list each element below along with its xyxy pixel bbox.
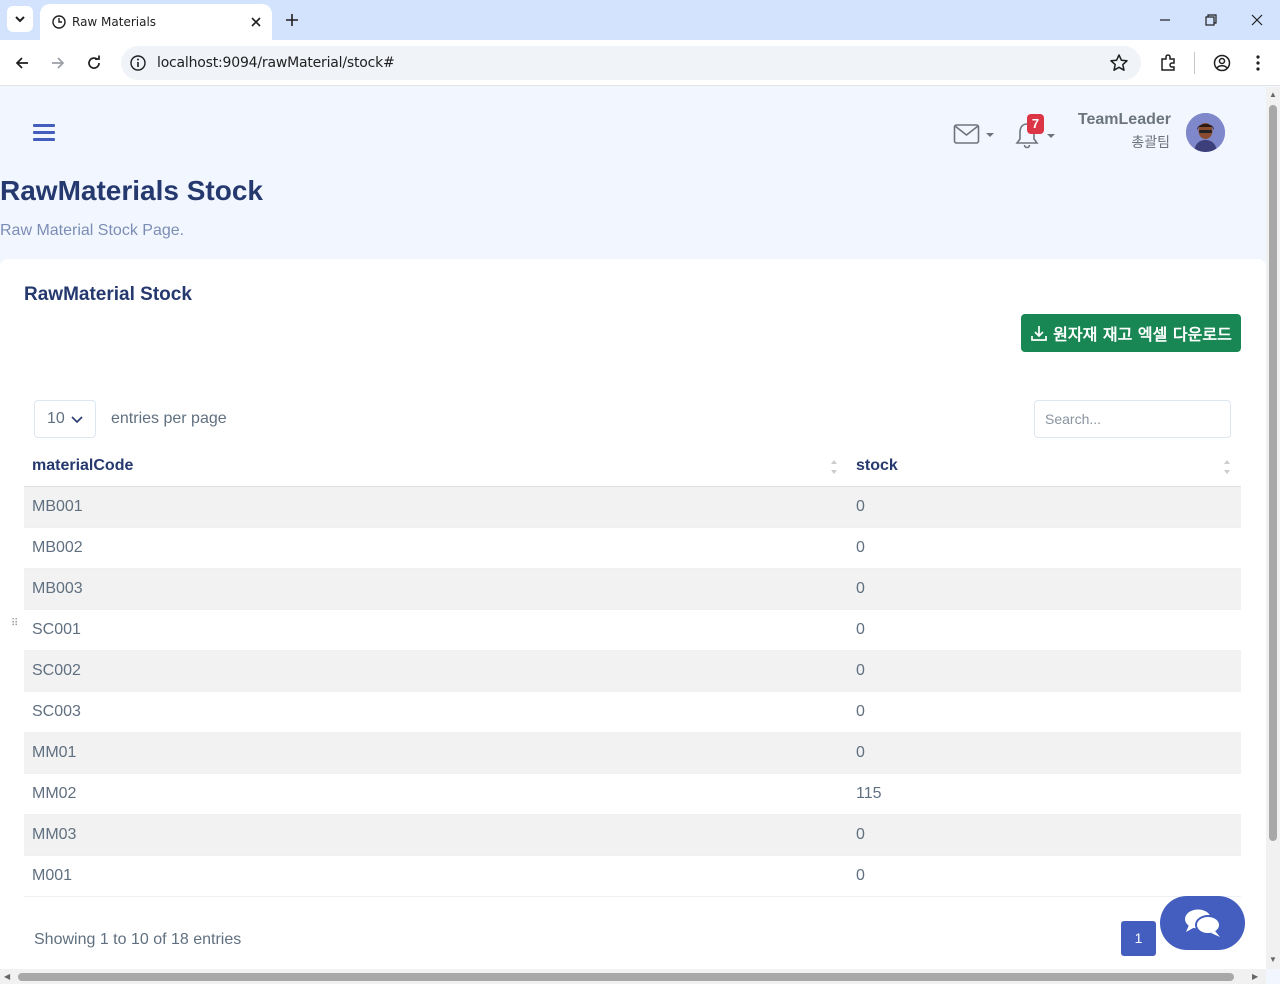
- new-tab-plus-icon[interactable]: [281, 9, 303, 31]
- excel-download-label: 원자재 재고 엑셀 다운로드: [1053, 325, 1232, 344]
- material-code-cell: MB003: [24, 568, 848, 610]
- mail-dropdown[interactable]: [953, 122, 997, 148]
- url-text: localhost:9094/rawMaterial/stock#: [157, 55, 395, 71]
- table-row: MB001 0: [24, 486, 1241, 528]
- chat-button[interactable]: [1160, 896, 1245, 950]
- table-header-row: materialCode stock: [24, 447, 1241, 487]
- column-header-material-code[interactable]: materialCode: [24, 447, 848, 487]
- material-code-cell: SC003: [24, 691, 848, 733]
- stock-cell: 0: [848, 814, 1241, 856]
- sort-icon: [831, 460, 837, 474]
- extensions-puzzle-icon[interactable]: [1156, 51, 1180, 75]
- stock-cell: 0: [848, 732, 1241, 774]
- browser-tab-bar: Raw Materials: [0, 0, 1280, 40]
- material-code-cell: MB002: [24, 527, 848, 569]
- chevron-down-icon: [15, 16, 25, 23]
- chevron-down-icon: [71, 416, 83, 424]
- material-code-cell: MM01: [24, 732, 848, 774]
- sidebar-toggle-icon[interactable]: [33, 124, 55, 144]
- minimize-icon[interactable]: [1153, 8, 1177, 32]
- column-header-stock[interactable]: stock: [848, 447, 1241, 487]
- table-row: M001 0: [24, 855, 1241, 897]
- stock-card: RawMaterial Stock 원자재 재고 엑셀 다운로드 10 entr…: [0, 259, 1266, 969]
- material-code-cell: SC001: [24, 609, 848, 651]
- close-window-icon[interactable]: [1245, 8, 1269, 32]
- tab-search-button[interactable]: [7, 6, 33, 32]
- sort-icon: [1224, 460, 1230, 474]
- scroll-down-arrow-icon[interactable]: ▼: [1269, 955, 1277, 964]
- stock-cell: 0: [848, 568, 1241, 610]
- stock-cell: 0: [848, 486, 1241, 528]
- vertical-scrollbar[interactable]: ▲ ▼: [1266, 87, 1280, 969]
- page-subtitle: Raw Material Stock Page.: [0, 222, 185, 239]
- stock-cell: 115: [848, 773, 1241, 815]
- user-name: TeamLeader: [1077, 111, 1171, 128]
- horizontal-scrollbar[interactable]: ◀ ▶: [0, 969, 1266, 984]
- site-info-icon[interactable]: [129, 54, 147, 72]
- page-viewport: 7 TeamLeader 총괄팀 RawMaterials Stock Raw …: [0, 87, 1266, 969]
- material-code-cell: MB001: [24, 486, 848, 528]
- table-row: MB003 0: [24, 568, 1241, 610]
- table-row: SC001 0: [24, 609, 1241, 651]
- notification-count-badge: 7: [1027, 114, 1044, 134]
- excel-download-button[interactable]: 원자재 재고 엑셀 다운로드: [1021, 314, 1241, 352]
- entries-per-page-select[interactable]: 10: [34, 400, 96, 438]
- restore-icon[interactable]: [1199, 8, 1223, 32]
- stock-table: materialCode stock MB001 0 MB002 0 MB003 0 …: [24, 447, 1241, 897]
- table-row: MM01 0: [24, 732, 1241, 774]
- stock-cell: 0: [848, 691, 1241, 733]
- user-team: 총괄팀: [1131, 135, 1170, 151]
- pagination-page-button[interactable]: 1: [1121, 921, 1156, 956]
- toolbar-divider: [1194, 52, 1195, 74]
- browser-menu-icon[interactable]: [1246, 51, 1270, 75]
- profile-icon[interactable]: [1210, 51, 1234, 75]
- horizontal-scroll-thumb[interactable]: [18, 973, 1234, 981]
- forward-arrow-icon[interactable]: [46, 51, 70, 75]
- envelope-icon: [953, 124, 994, 144]
- browser-toolbar: localhost:9094/rawMaterial/stock#: [0, 40, 1280, 86]
- stock-cell: 0: [848, 609, 1241, 651]
- scroll-right-arrow-icon[interactable]: ▶: [1252, 972, 1258, 981]
- scroll-left-arrow-icon[interactable]: ◀: [4, 972, 10, 981]
- reload-icon[interactable]: [82, 51, 106, 75]
- close-tab-icon[interactable]: [246, 12, 266, 32]
- table-row: SC003 0: [24, 691, 1241, 733]
- drag-handle-icon[interactable]: ⠿: [11, 618, 19, 629]
- stock-cell: 0: [848, 855, 1241, 897]
- stock-cell: 0: [848, 650, 1241, 692]
- material-code-cell: SC002: [24, 650, 848, 692]
- address-bar[interactable]: localhost:9094/rawMaterial/stock#: [121, 46, 1141, 80]
- page-title: RawMaterials Stock: [0, 175, 263, 206]
- table-row: MM02 115: [24, 773, 1241, 815]
- table-row: SC002 0: [24, 650, 1241, 692]
- stock-cell: 0: [848, 527, 1241, 569]
- tab-title: Raw Materials: [72, 15, 157, 29]
- table-search-input[interactable]: [1034, 400, 1231, 438]
- per-page-value: 10: [47, 410, 65, 427]
- user-avatar[interactable]: [1186, 113, 1225, 152]
- vertical-scroll-thumb[interactable]: [1269, 105, 1277, 841]
- card-title: RawMaterial Stock: [24, 284, 192, 305]
- entries-per-page-label: entries per page: [111, 410, 227, 427]
- scroll-up-arrow-icon[interactable]: ▲: [1269, 90, 1277, 99]
- table-row: MM03 0: [24, 814, 1241, 856]
- back-arrow-icon[interactable]: [10, 51, 34, 75]
- material-code-cell: M001: [24, 855, 848, 897]
- globe-icon: [52, 15, 66, 29]
- download-icon: [1031, 326, 1048, 341]
- material-code-cell: MM02: [24, 773, 848, 815]
- table-info-text: Showing 1 to 10 of 18 entries: [34, 931, 242, 948]
- bookmark-star-icon[interactable]: [1109, 53, 1129, 73]
- chat-bubbles-icon: [1184, 909, 1221, 937]
- material-code-cell: MM03: [24, 814, 848, 856]
- browser-tab[interactable]: Raw Materials: [40, 4, 272, 40]
- table-row: MB002 0: [24, 527, 1241, 569]
